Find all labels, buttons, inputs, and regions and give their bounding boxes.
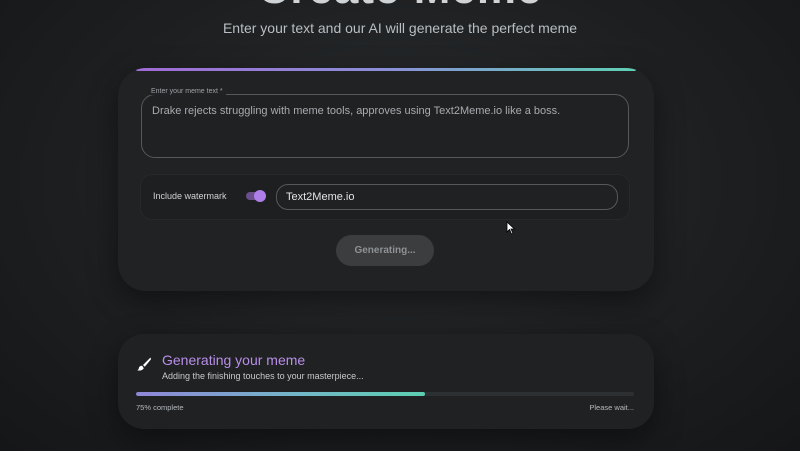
watermark-row: Include watermark Text2Meme.io <box>140 174 630 220</box>
card-accent-bar <box>136 68 636 71</box>
brush-icon <box>136 356 152 372</box>
watermark-input[interactable]: Text2Meme.io <box>276 184 618 210</box>
watermark-label: Include watermark <box>153 191 227 201</box>
page-subtitle: Enter your text and our AI will generate… <box>222 20 578 36</box>
watermark-input-value[interactable]: Text2Meme.io <box>286 191 354 203</box>
generate-button[interactable]: Generating... <box>336 235 434 266</box>
toggle-knob <box>254 190 266 202</box>
generation-status-card: Generating your meme Adding the finishin… <box>118 334 654 429</box>
page-title: Create Meme <box>0 0 800 14</box>
meme-text-field[interactable]: Drake rejects struggling with meme tools… <box>141 94 629 158</box>
progress-fill <box>136 392 425 396</box>
meme-text-label: Enter your meme text * <box>148 88 226 95</box>
progress-bar <box>136 392 634 396</box>
watermark-toggle[interactable] <box>246 190 266 202</box>
meme-form-card: Drake rejects struggling with meme tools… <box>118 68 654 291</box>
meme-text-value[interactable]: Drake rejects struggling with meme tools… <box>152 105 560 117</box>
status-title: Generating your meme <box>162 352 306 368</box>
progress-wait-label: Please wait... <box>589 403 634 412</box>
page: Create Meme Enter your text and our AI w… <box>0 0 800 451</box>
status-subtitle: Adding the finishing touches to your mas… <box>162 371 364 381</box>
progress-percent-label: 75% complete <box>136 403 184 412</box>
